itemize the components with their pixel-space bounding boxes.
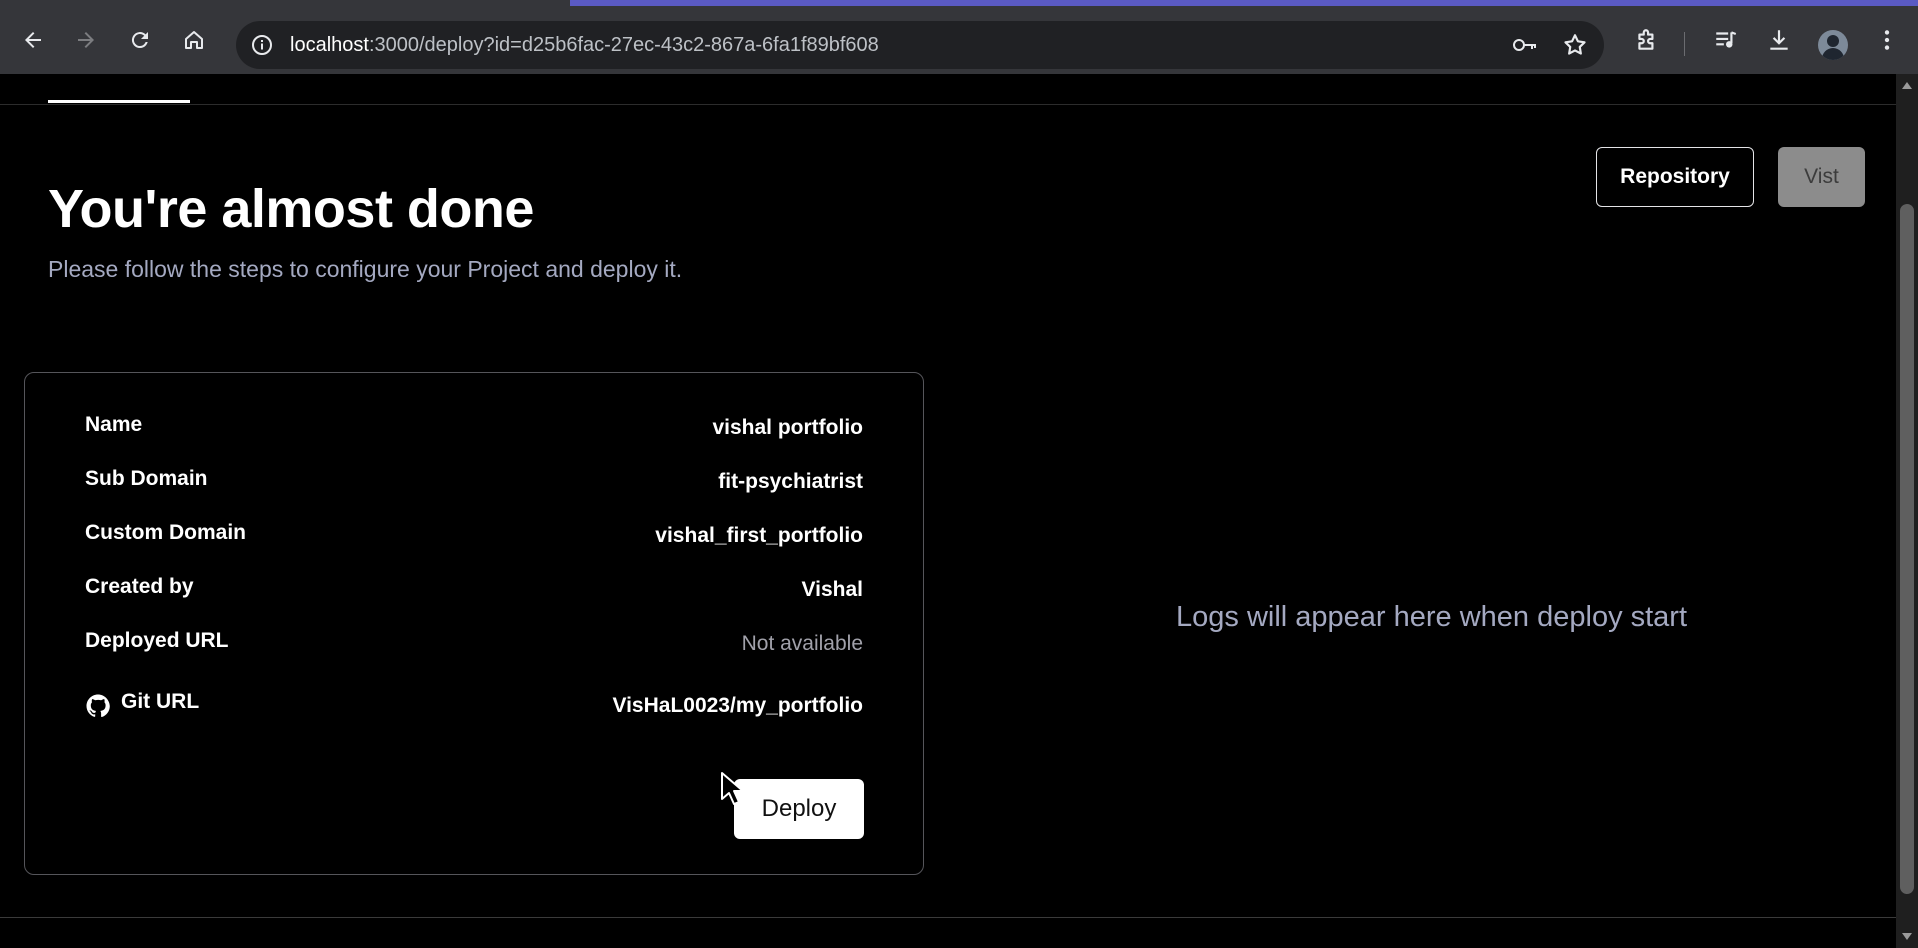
- extensions-puzzle-icon: [1638, 29, 1654, 50]
- deployed-url-value: Not available: [741, 632, 863, 655]
- address-bar[interactable]: localhost:3000/deploy?id=d25b6fac-27ec-4…: [236, 21, 1604, 69]
- git-url-value[interactable]: VisHaL0023/my_portfolio: [612, 694, 863, 718]
- page-subtitle: Please follow the steps to configure you…: [48, 256, 683, 282]
- project-details-card: Name vishal portfolio Sub Domain fit-psy…: [24, 372, 924, 875]
- logs-empty-message: Logs will appear here when deploy start: [1176, 601, 1688, 633]
- url-path: :3000/deploy?id=d25b6fac-27ec-43c2-867a-…: [368, 34, 879, 56]
- custom-domain-value: vishal_first_portfolio: [655, 524, 863, 547]
- media-queue-icon: [1716, 31, 1737, 48]
- home-icon: [185, 31, 203, 49]
- name-value: vishal portfolio: [712, 416, 863, 439]
- scroll-up-arrow-icon[interactable]: [1902, 82, 1912, 89]
- forward-arrow-icon: [78, 32, 94, 48]
- more-menu-button[interactable]: [1867, 20, 1907, 60]
- reload-icon: [131, 32, 148, 49]
- deployed-url-label: Deployed URL: [85, 629, 229, 652]
- github-icon: [86, 694, 110, 718]
- scroll-thumb[interactable]: [1900, 204, 1914, 894]
- footer-divider: [0, 917, 1896, 918]
- download-icon: [1770, 30, 1788, 50]
- repository-button[interactable]: Repository: [1596, 147, 1754, 207]
- url-text[interactable]: localhost:3000/deploy?id=d25b6fac-27ec-4…: [290, 34, 879, 57]
- password-key-icon[interactable]: [1512, 33, 1538, 57]
- toolbar-separator: [1684, 32, 1685, 56]
- home-button[interactable]: [174, 20, 214, 60]
- active-tab-indicator: [48, 100, 190, 103]
- created-by-label: Created by: [85, 575, 194, 598]
- downloads-button[interactable]: [1759, 20, 1799, 60]
- back-button[interactable]: [13, 20, 53, 60]
- forward-button[interactable]: [66, 20, 106, 60]
- mouse-cursor-icon: [721, 772, 744, 805]
- reload-button[interactable]: [120, 20, 160, 60]
- bookmark-star-icon[interactable]: [1562, 32, 1588, 58]
- media-queue-button[interactable]: [1706, 20, 1746, 60]
- custom-domain-label: Custom Domain: [85, 521, 247, 544]
- more-menu-icon: [1884, 30, 1890, 50]
- deploy-button[interactable]: Deploy: [734, 779, 864, 839]
- page-scrollbar[interactable]: [1896, 74, 1918, 948]
- git-url-label: Git URL: [121, 690, 200, 713]
- back-arrow-icon: [25, 32, 41, 48]
- browser-toolbar: localhost:3000/deploy?id=d25b6fac-27ec-4…: [0, 6, 1918, 74]
- subdomain-value: fit-psychiatrist: [718, 470, 863, 493]
- avatar-body: [1822, 48, 1844, 60]
- name-label: Name: [85, 413, 143, 436]
- site-info-icon[interactable]: [250, 33, 274, 57]
- avatar-head: [1827, 35, 1839, 47]
- extensions-button[interactable]: [1627, 20, 1667, 60]
- nav-divider: [0, 104, 1896, 105]
- page-title: You're almost done: [48, 179, 534, 239]
- subdomain-label: Sub Domain: [85, 467, 208, 490]
- url-host: localhost: [290, 34, 369, 56]
- scroll-down-arrow-icon[interactable]: [1902, 933, 1912, 940]
- visit-button[interactable]: Vist: [1778, 147, 1865, 207]
- created-by-value: Vishal: [801, 578, 863, 601]
- page-content: You're almost done Please follow the ste…: [0, 74, 1896, 948]
- profile-avatar[interactable]: [1818, 30, 1848, 60]
